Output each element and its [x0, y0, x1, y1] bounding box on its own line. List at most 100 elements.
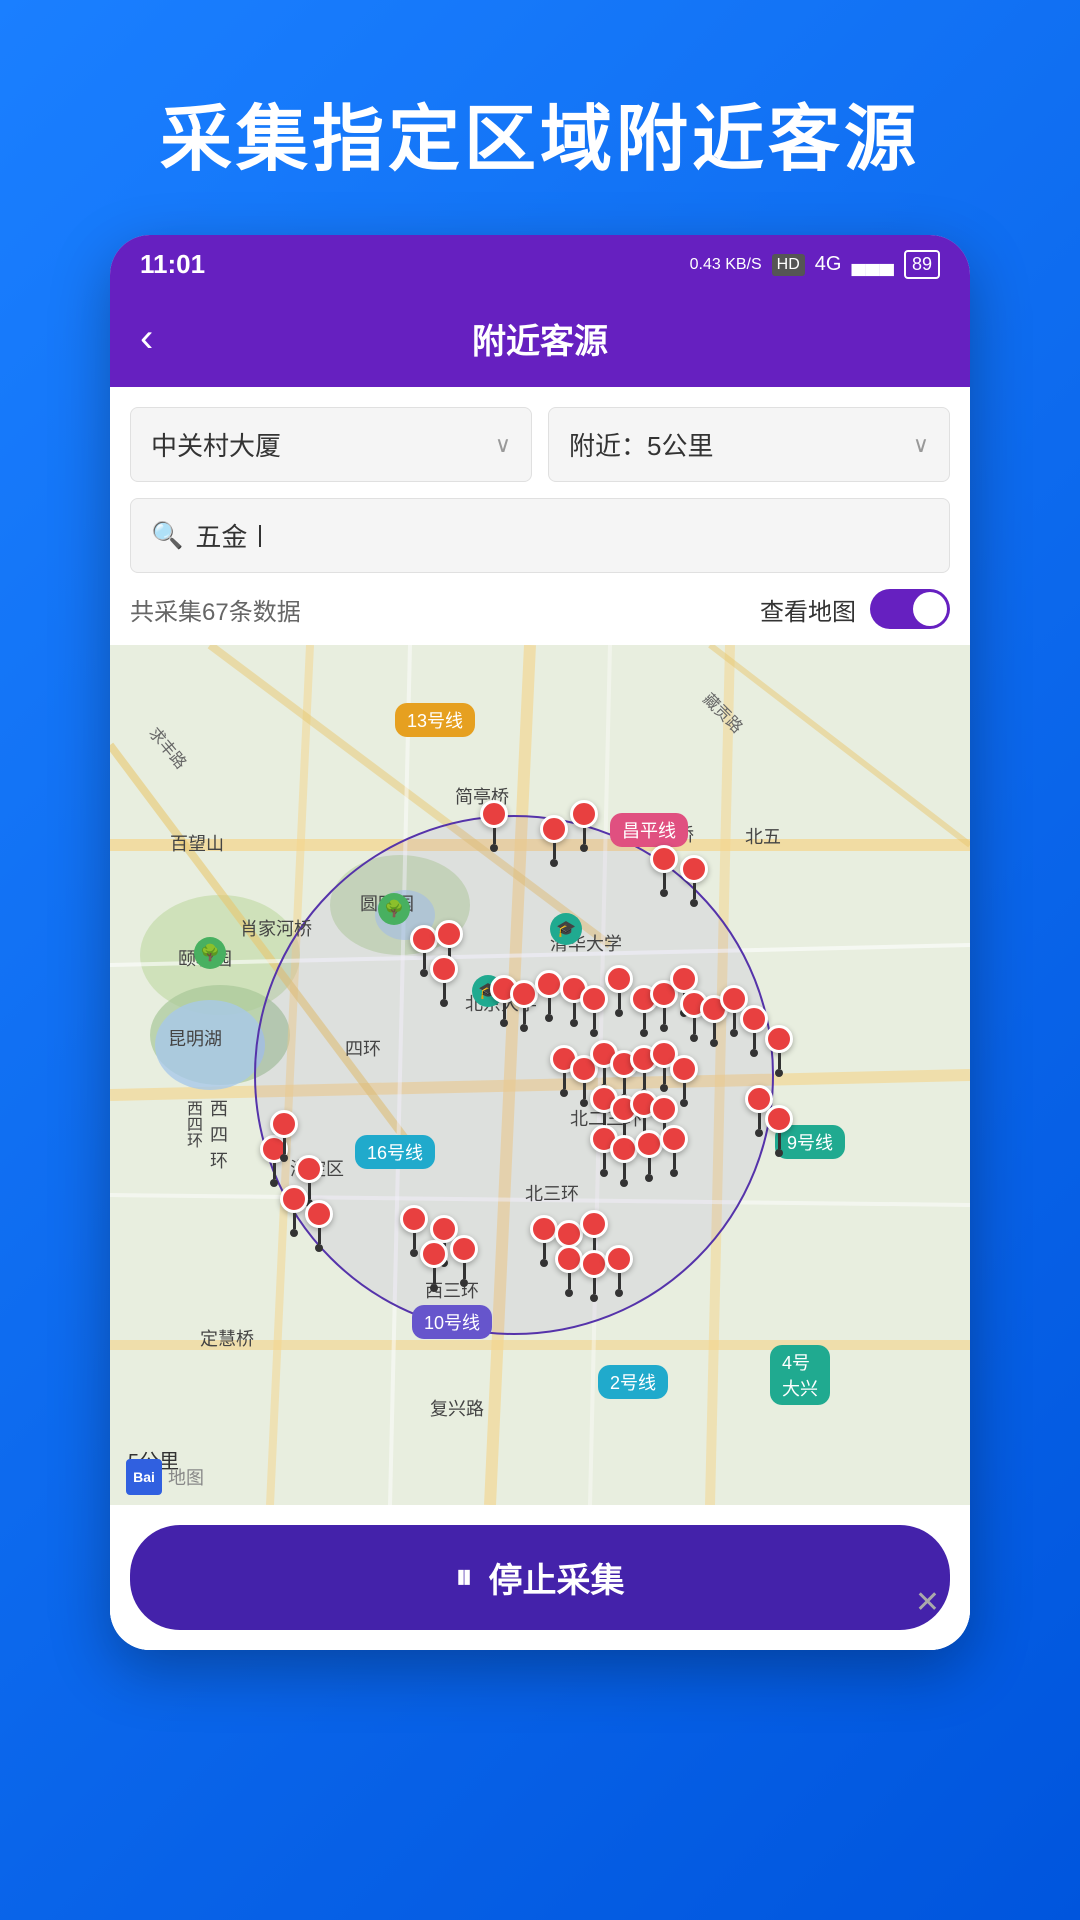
- pin-stem: [603, 1153, 606, 1169]
- pin-dot: [750, 1049, 758, 1057]
- baidu-watermark: Bai 地图: [126, 1459, 204, 1495]
- pin-head: [435, 920, 463, 948]
- map-pin-39: [305, 1200, 333, 1252]
- baidu-logo: Bai: [126, 1459, 162, 1495]
- map-pin-13: [605, 965, 633, 1017]
- pin-dot: [440, 999, 448, 1007]
- pin-stem: [463, 1263, 466, 1279]
- pin-head: [530, 1215, 558, 1243]
- map-view-label: 查看地图: [760, 592, 856, 627]
- map-pin-1: [540, 815, 568, 867]
- close-button[interactable]: ✕: [915, 1585, 940, 1620]
- pin-stem: [778, 1053, 781, 1069]
- pin-dot: [580, 844, 588, 852]
- pin-head: [740, 1005, 768, 1033]
- map-label-baiWangShan: 百望山: [170, 830, 224, 856]
- pin-head: [420, 1240, 448, 1268]
- map-pin-45: [530, 1215, 558, 1267]
- pin-stem: [643, 1073, 646, 1089]
- stop-icon: ⏸: [456, 1558, 473, 1597]
- school-icon-qinghua: 🎓: [550, 913, 582, 945]
- map-toggle[interactable]: [870, 589, 950, 629]
- map-pin-50: [605, 1245, 633, 1297]
- pin-dot: [590, 1029, 598, 1037]
- map-pin-52: [765, 1105, 793, 1157]
- pin-stem: [683, 1083, 686, 1099]
- map-toggle-area: 查看地图: [760, 589, 950, 629]
- location-arrow-icon: ∨: [495, 432, 511, 458]
- pin-head: [765, 1105, 793, 1133]
- map-pin-43: [420, 1240, 448, 1292]
- pin-dot: [730, 1029, 738, 1037]
- search-box[interactable]: 🔍 五金: [130, 498, 950, 573]
- pin-stem: [753, 1033, 756, 1049]
- stats-row: 共采集67条数据 查看地图: [110, 573, 970, 645]
- stop-label: 停止采集: [489, 1553, 625, 1602]
- pin-head: [635, 1130, 663, 1158]
- pin-stem: [563, 1073, 566, 1089]
- back-button[interactable]: ‹: [140, 316, 153, 361]
- map-pin-4: [680, 855, 708, 907]
- pin-stem: [663, 1068, 666, 1084]
- pin-head: [400, 1205, 428, 1233]
- map-label-dingHuiQiao: 定慧桥: [200, 1325, 254, 1351]
- pin-dot: [520, 1024, 528, 1032]
- map-pin-7: [430, 955, 458, 1007]
- pin-dot: [315, 1244, 323, 1252]
- status-bar: 11:01 0.43 KB/S HD 4G ▄▄▄ 89: [110, 235, 970, 294]
- pin-stem: [503, 1003, 506, 1019]
- stop-collection-button[interactable]: ⏸ 停止采集: [130, 1525, 950, 1630]
- pin-dot: [690, 899, 698, 907]
- pin-stem: [643, 1013, 646, 1029]
- pin-stem: [623, 1163, 626, 1179]
- map-label-fuXingLu: 复兴路: [430, 1395, 484, 1421]
- map-pin-34: [635, 1130, 663, 1182]
- pin-head: [660, 1125, 688, 1153]
- pin-dot: [615, 1009, 623, 1017]
- metro-16: 16号线: [355, 1135, 435, 1169]
- pin-head: [480, 800, 508, 828]
- toggle-knob: [913, 592, 947, 626]
- pin-dot: [430, 1284, 438, 1292]
- pin-dot: [775, 1069, 783, 1077]
- pin-head: [680, 855, 708, 883]
- pin-stem: [583, 1083, 586, 1099]
- search-row: 🔍 五金: [110, 482, 970, 573]
- map-pin-9: [510, 980, 538, 1032]
- map-pin-33: [610, 1135, 638, 1187]
- pin-dot: [565, 1289, 573, 1297]
- nearby-label: 附近：5公里: [569, 426, 713, 463]
- map-label-xiSiHuan: 西四环: [180, 1100, 204, 1148]
- pin-head: [650, 845, 678, 873]
- pin-stem: [548, 998, 551, 1014]
- pin-dot: [420, 969, 428, 977]
- map-pin-10: [535, 970, 563, 1022]
- pin-dot: [670, 1169, 678, 1177]
- pin-stem: [713, 1023, 716, 1039]
- pin-dot: [500, 1019, 508, 1027]
- pin-stem: [663, 873, 666, 889]
- pin-stem: [273, 1163, 276, 1179]
- pin-dot: [640, 1029, 648, 1037]
- pin-dot: [550, 859, 558, 867]
- pin-dot: [490, 844, 498, 852]
- pin-dot: [660, 1024, 668, 1032]
- content-area: 中关村大厦 ∨ 附近：5公里 ∨ 🔍 五金 共采集67条数据 查看地图: [110, 387, 970, 1650]
- pin-stem: [433, 1268, 436, 1284]
- pin-stem: [283, 1138, 286, 1154]
- pin-stem: [553, 843, 556, 859]
- map-container[interactable]: 百望山 肖家河桥 昆明湖 颐和园 圆明园 清华大学 北京大学 四环 海淀区 北三…: [110, 645, 970, 1505]
- pin-dot: [580, 1099, 588, 1107]
- pin-head: [650, 1095, 678, 1123]
- map-pin-2: [570, 800, 598, 852]
- pin-dot: [600, 1169, 608, 1177]
- data-count: 共采集67条数据: [130, 592, 301, 627]
- nearby-filter[interactable]: 附近：5公里 ∨: [548, 407, 950, 482]
- pin-stem: [443, 983, 446, 999]
- pin-stem: [623, 1078, 626, 1094]
- pin-stem: [573, 1003, 576, 1019]
- location-filter[interactable]: 中关村大厦 ∨: [130, 407, 532, 482]
- pin-stem: [693, 1018, 696, 1034]
- pin-head: [555, 1220, 583, 1248]
- baidu-text: 地图: [168, 1464, 204, 1490]
